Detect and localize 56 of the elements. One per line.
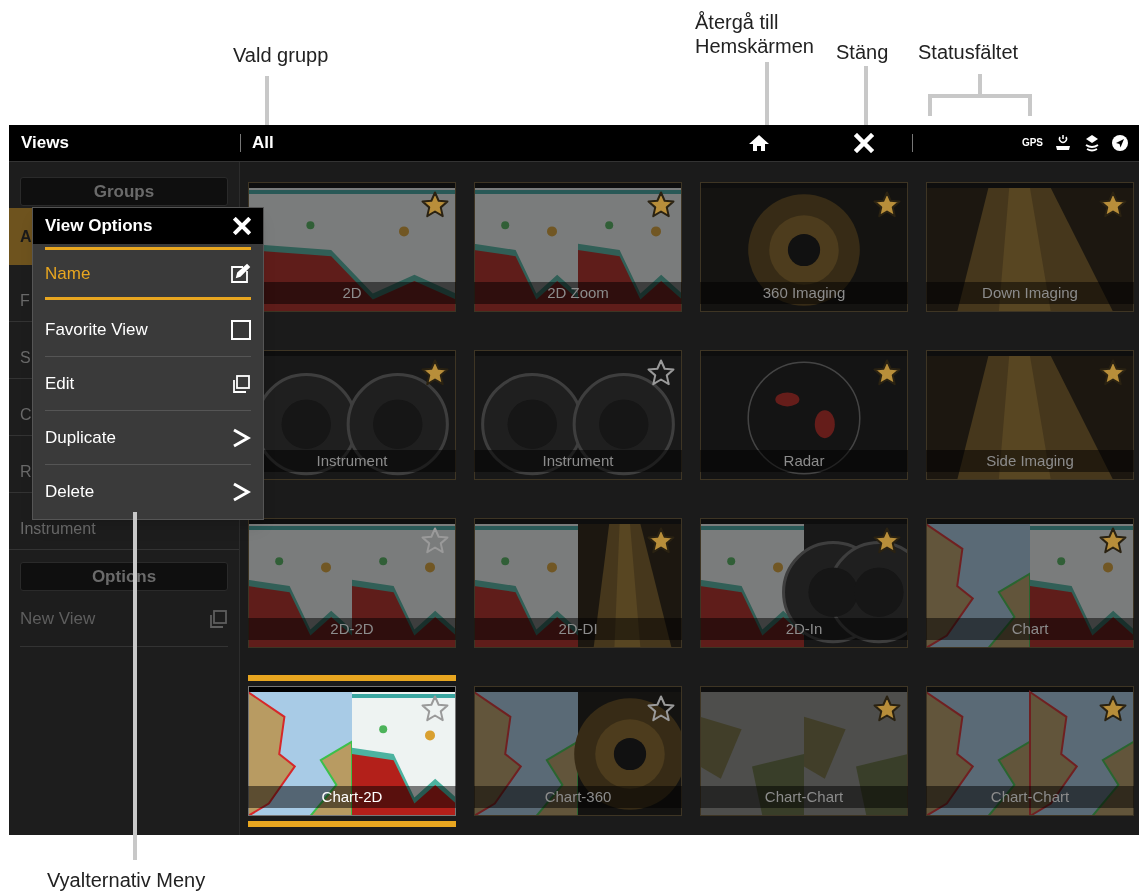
star-icon[interactable] — [1098, 526, 1128, 556]
home-icon[interactable] — [748, 133, 770, 153]
navigation-icon — [1111, 134, 1129, 152]
copy-icon — [208, 608, 228, 629]
view-label: 2D-2D — [248, 618, 456, 640]
star-outline-icon[interactable] — [420, 694, 450, 724]
star-icon[interactable] — [420, 190, 450, 220]
view-label: Chart-Chart — [700, 786, 908, 808]
groups-header: Groups — [20, 177, 228, 206]
view-label: Instrument — [474, 450, 682, 472]
callout-label: Statusfältet — [918, 42, 1019, 62]
star-icon[interactable] — [420, 358, 450, 388]
callout-label: Stäng — [836, 42, 889, 62]
chevron-right-icon — [231, 426, 251, 449]
view-label: 2D Zoom — [474, 282, 682, 304]
star-icon[interactable] — [646, 190, 676, 220]
favorite-checkbox[interactable] — [231, 319, 251, 340]
group-title: All — [252, 133, 274, 153]
star-icon[interactable] — [646, 526, 676, 556]
menu-item[interactable]: Edit — [45, 357, 251, 411]
star-outline-icon[interactable] — [420, 526, 450, 556]
callout-label: Vald grupp — [233, 45, 329, 65]
menu-item[interactable]: Name — [45, 247, 251, 300]
star-outline-icon[interactable] — [646, 694, 676, 724]
view-label: Radar — [700, 450, 908, 472]
view-label: 360 Imaging — [700, 282, 908, 304]
view-label: Down Imaging — [926, 282, 1134, 304]
view-label: Chart — [926, 618, 1134, 640]
close-icon[interactable] — [233, 217, 251, 235]
view-label: Chart-Chart — [926, 786, 1134, 808]
callout-label: Vyalternativ Meny — [47, 870, 206, 890]
star-icon[interactable] — [872, 694, 902, 724]
view-label: Side Imaging — [926, 450, 1134, 472]
menu-title: View Options — [45, 215, 153, 238]
menu-item[interactable]: Favorite View — [45, 303, 251, 357]
menu-item[interactable]: Duplicate — [45, 411, 251, 465]
close-icon[interactable] — [854, 133, 874, 153]
star-icon[interactable] — [872, 190, 902, 220]
star-icon[interactable] — [872, 526, 902, 556]
view-label: Chart-2D — [248, 786, 456, 808]
gps-status: GPS — [1021, 138, 1043, 148]
power-boat-icon — [1053, 133, 1073, 153]
view-label: Chart-360 — [474, 786, 682, 808]
star-icon[interactable] — [1098, 358, 1128, 388]
star-icon[interactable] — [1098, 190, 1128, 220]
star-outline-icon[interactable] — [646, 358, 676, 388]
view-label: 2D-DI — [474, 618, 682, 640]
view-label: 2D-In — [700, 618, 908, 640]
sonar-icon — [1083, 133, 1101, 153]
edit-icon — [229, 262, 251, 285]
chevron-right-icon — [231, 481, 251, 503]
star-icon[interactable] — [872, 358, 902, 388]
screen-title: Views — [21, 133, 69, 153]
callout-label: Återgå till Hemskärmen — [695, 10, 815, 58]
star-icon[interactable] — [1098, 694, 1128, 724]
copy-icon — [231, 373, 251, 394]
